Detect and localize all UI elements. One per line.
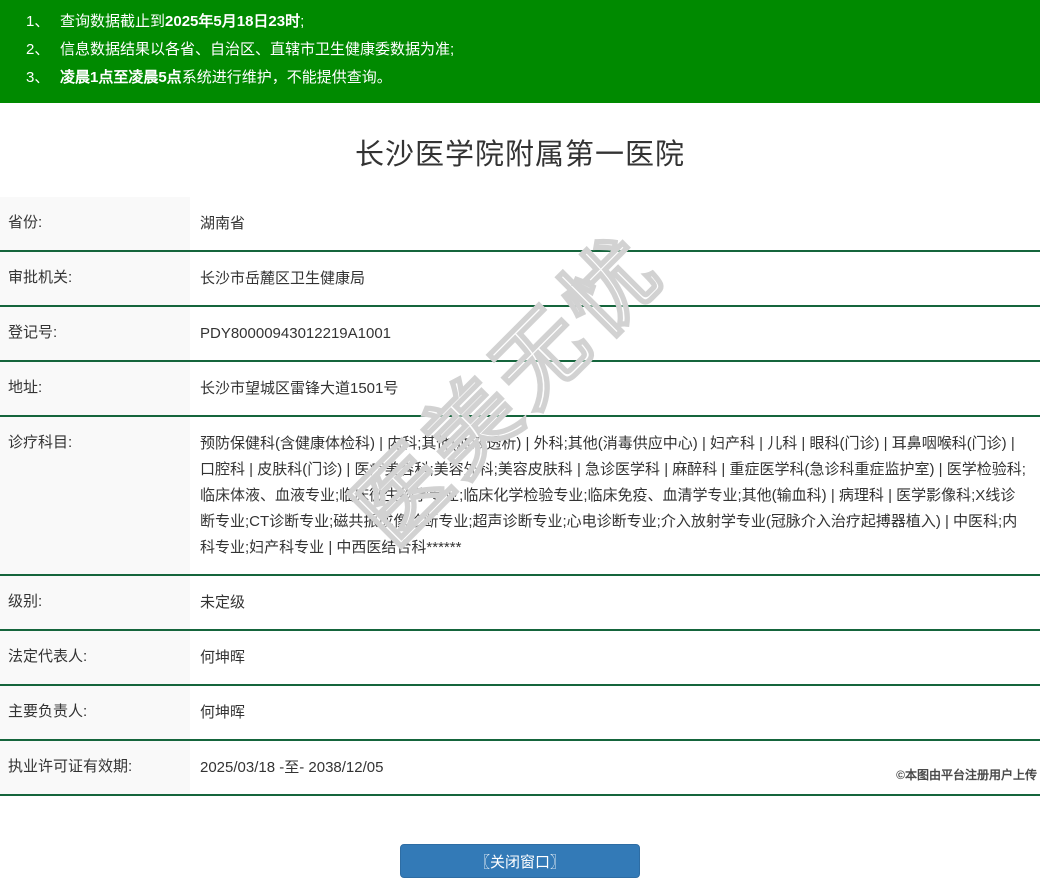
notice-text: 信息数据结果以各省、自治区、直辖市卫生健康委数据为准; — [60, 41, 455, 58]
row-value: 湖南省 — [200, 215, 246, 232]
notice-number: 3、 — [26, 69, 50, 86]
row-value: 长沙市望城区雷锋大道1501号 — [200, 380, 399, 397]
notice-text: 查询数据截止到 — [60, 13, 166, 30]
button-row: 〖关闭窗口〗 — [0, 844, 1040, 878]
row-value: 何坤晖 — [200, 649, 246, 666]
hospital-info-table: 省份: 湖南省 审批机关: 长沙市岳麓区卫生健康局 登记号: PDY800009… — [0, 197, 1040, 796]
notice-text-bold: 凌晨1点至凌晨5点 — [60, 69, 182, 86]
row-label: 级别: — [0, 576, 190, 629]
row-value: 预防保健科(含健康体检科) | 内科;其他(血液透析) | 外科;其他(消毒供应… — [200, 435, 1026, 556]
table-row-legal-representative: 法定代表人: 何坤晖 — [0, 629, 1040, 684]
close-window-button[interactable]: 〖关闭窗口〗 — [400, 844, 640, 878]
table-row-registration-number: 登记号: PDY80000943012219A1001 — [0, 305, 1040, 360]
row-label: 主要负责人: — [0, 686, 190, 739]
page-title: 长沙医学院附属第一医院 — [354, 139, 685, 171]
row-value: 长沙市岳麓区卫生健康局 — [200, 270, 366, 287]
notice-line-1: 1、 查询数据截止到2025年5月18日23时; — [0, 8, 1040, 36]
notice-text: ; — [300, 13, 305, 30]
upload-credit-text: ©本图由平台注册用户上传 — [896, 768, 1037, 782]
notice-number: 2、 — [26, 41, 50, 58]
notice-text-bold: 2025年5月18日23时 — [165, 13, 301, 30]
row-label: 地址: — [0, 362, 190, 415]
notice-number: 1、 — [26, 13, 50, 30]
row-value: 未定级 — [200, 594, 246, 611]
notice-banner: 1、 查询数据截止到2025年5月18日23时; 2、 信息数据结果以各省、自治区、… — [0, 0, 1040, 103]
table-row-license-validity: 执业许可证有效期: 2025/03/18 -至- 2038/12/05 — [0, 739, 1040, 794]
notice-line-2: 2、 信息数据结果以各省、自治区、直辖市卫生健康委数据为准; — [0, 36, 1040, 64]
row-label: 登记号: — [0, 307, 190, 360]
table-row-main-person-in-charge: 主要负责人: 何坤晖 — [0, 684, 1040, 739]
table-row-province: 省份: 湖南省 — [0, 197, 1040, 250]
notice-text: 系统进行维护，不能提供查询。 — [181, 69, 392, 86]
row-label: 审批机关: — [0, 252, 190, 305]
table-row-address: 地址: 长沙市望城区雷锋大道1501号 — [0, 360, 1040, 415]
table-row-diagnosis-subjects: 诊疗科目: 预防保健科(含健康体检科) | 内科;其他(血液透析) | 外科;其… — [0, 415, 1040, 574]
notice-line-3: 3、 凌晨1点至凌晨5点系统进行维护，不能提供查询。 — [0, 64, 1040, 92]
row-value: PDY80000943012219A1001 — [200, 325, 392, 342]
row-label: 法定代表人: — [0, 631, 190, 684]
table-row-approval-authority: 审批机关: 长沙市岳麓区卫生健康局 — [0, 250, 1040, 305]
row-label: 执业许可证有效期: — [0, 741, 190, 794]
row-label: 诊疗科目: — [0, 417, 190, 574]
table-row-level: 级别: 未定级 — [0, 574, 1040, 629]
row-value: 何坤晖 — [200, 704, 246, 721]
row-label: 省份: — [0, 197, 190, 250]
